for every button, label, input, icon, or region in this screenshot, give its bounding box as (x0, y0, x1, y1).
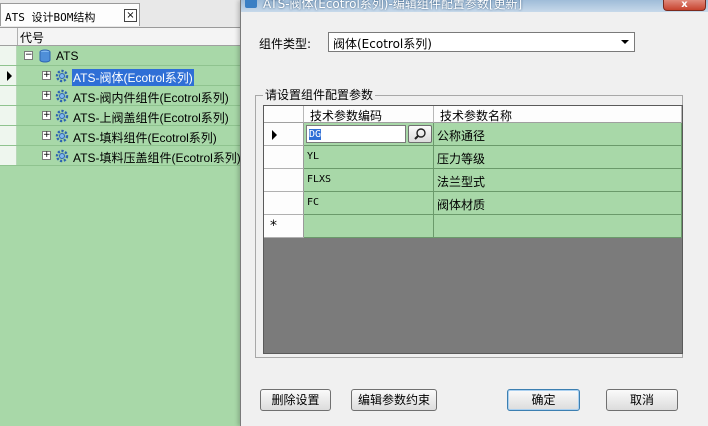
window-close-button[interactable]: x (663, 0, 706, 11)
table-row[interactable]: DG 公称通径 (264, 123, 682, 146)
ok-button[interactable]: 确定 (507, 389, 580, 411)
component-type-value: 阀体(Ecotrol系列) (333, 37, 432, 51)
tree-row-item[interactable]: + ATS-填料压盖组件(Ecotrol系列) (0, 146, 242, 166)
cancel-button[interactable]: 取消 (606, 389, 678, 411)
expand-icon[interactable]: + (42, 131, 51, 140)
dialog-titlebar[interactable]: ATS-阀体(Ecotrol系列)-编辑组件配置参数[更新] (241, 0, 708, 12)
cell-name[interactable] (434, 215, 682, 238)
cell-name[interactable]: 法兰型式 (434, 169, 682, 192)
tree-row-item[interactable]: + ATS-上阀盖组件(Ecotrol系列) (0, 106, 242, 126)
row-gutter (0, 106, 17, 125)
lookup-button[interactable] (408, 125, 432, 143)
gear-icon (55, 129, 69, 143)
dialog-title: ATS-阀体(Ecotrol系列)-编辑组件配置参数[更新] (263, 0, 523, 11)
header-name-label: 技术参数名称 (440, 109, 513, 123)
new-row-marker: * (270, 218, 277, 234)
gear-icon (55, 89, 69, 103)
cell-name[interactable]: 压力等级 (434, 146, 682, 169)
component-type-select[interactable]: 阀体(Ecotrol系列) (328, 32, 635, 52)
tree-label-item: ATS-阀体(Ecotrol系列) (72, 69, 194, 86)
cell-code[interactable]: FC (304, 192, 434, 215)
config-params-group-title: 请设置组件配置参数 (263, 86, 376, 103)
cell-code-text: FC (307, 197, 320, 208)
current-row-pointer-icon (272, 130, 277, 140)
cell-code-text: YL (307, 151, 320, 162)
row-header[interactable] (264, 123, 304, 146)
column-separator (17, 28, 18, 45)
header-code-label: 技术参数编码 (310, 109, 383, 123)
params-grid: 技术参数编码 技术参数名称 DG 公称通径 YL 压力等级 FLXS 法兰型式 … (263, 105, 683, 354)
row-gutter (0, 66, 17, 85)
database-icon (39, 49, 51, 63)
cell-code-text: FLXS (307, 174, 332, 185)
bom-structure-panel: ATS 设计BOM结构 × 代号 − ATS + ATS-阀体(Ecotrol系… (0, 0, 242, 426)
search-icon (414, 128, 426, 140)
expand-icon[interactable]: + (42, 91, 51, 100)
expand-icon[interactable]: + (42, 151, 51, 160)
grid-header-name[interactable]: 技术参数名称 (434, 106, 682, 123)
gear-icon (55, 149, 69, 163)
current-row-pointer-icon (7, 71, 12, 81)
tree-label-item: ATS-填料组件(Ecotrol系列) (73, 131, 217, 145)
cell-name-text: 压力等级 (437, 152, 486, 166)
row-gutter (0, 86, 17, 105)
edit-config-dialog: ATS-阀体(Ecotrol系列)-编辑组件配置参数[更新] x 组件类型: 阀… (240, 0, 708, 426)
gear-icon (55, 69, 69, 83)
tree-label-item: ATS-填料压盖组件(Ecotrol系列) (73, 151, 241, 165)
cell-code[interactable] (304, 215, 434, 238)
grid-header-code[interactable]: 技术参数编码 (304, 106, 434, 123)
tab-title: ATS 设计BOM结构 (5, 11, 96, 24)
column-header-code: 代号 (20, 31, 45, 45)
expand-icon[interactable]: + (42, 111, 51, 120)
row-header[interactable] (264, 169, 304, 192)
tree-row-item[interactable]: + ATS-填料组件(Ecotrol系列) (0, 126, 242, 146)
row-gutter (0, 146, 17, 165)
cell-code[interactable]: DG (304, 123, 434, 146)
cell-name[interactable]: 公称通径 (434, 123, 682, 146)
tree-row-root[interactable]: − ATS (0, 46, 242, 66)
table-row[interactable]: YL 压力等级 (264, 146, 682, 169)
delete-settings-button[interactable]: 删除设置 (260, 389, 331, 411)
row-header[interactable] (264, 146, 304, 169)
chevron-down-icon[interactable] (621, 40, 629, 44)
new-row[interactable]: * (264, 215, 682, 238)
cell-name-text: 阀体材质 (437, 198, 486, 212)
tree-row-item[interactable]: + ATS-阀内件组件(Ecotrol系列) (0, 86, 242, 106)
close-icon[interactable]: × (124, 9, 137, 22)
row-header[interactable] (264, 192, 304, 215)
cell-code-text: DG (309, 129, 322, 140)
gear-icon (55, 109, 69, 123)
code-edit-input[interactable]: DG (306, 125, 406, 143)
collapse-icon[interactable]: − (24, 51, 33, 60)
tree-label-root: ATS (56, 49, 79, 63)
cell-name-text: 公称通径 (437, 129, 486, 143)
row-gutter (0, 126, 17, 145)
row-header[interactable]: * (264, 215, 304, 238)
cell-code[interactable]: YL (304, 146, 434, 169)
table-row[interactable]: FC 阀体材质 (264, 192, 682, 215)
tree-label-item: ATS-阀内件组件(Ecotrol系列) (73, 91, 229, 105)
app-icon (245, 0, 257, 8)
tree-label-item: ATS-上阀盖组件(Ecotrol系列) (73, 111, 229, 125)
tree-row-item[interactable]: + ATS-阀体(Ecotrol系列) (0, 66, 242, 86)
edit-constraints-button[interactable]: 编辑参数约束 (351, 389, 437, 411)
expand-icon[interactable]: + (42, 71, 51, 80)
tree-column-header[interactable]: 代号 (0, 28, 242, 46)
grid-corner-header (264, 106, 304, 123)
panel-tabstrip: ATS 设计BOM结构 × (0, 0, 242, 28)
table-row[interactable]: FLXS 法兰型式 (264, 169, 682, 192)
component-type-label: 组件类型: (259, 37, 312, 51)
cell-name[interactable]: 阀体材质 (434, 192, 682, 215)
cell-name-text: 法兰型式 (437, 175, 486, 189)
tab-ats-bom[interactable]: ATS 设计BOM结构 × (0, 3, 140, 26)
cell-code[interactable]: FLXS (304, 169, 434, 192)
row-gutter (0, 46, 17, 65)
